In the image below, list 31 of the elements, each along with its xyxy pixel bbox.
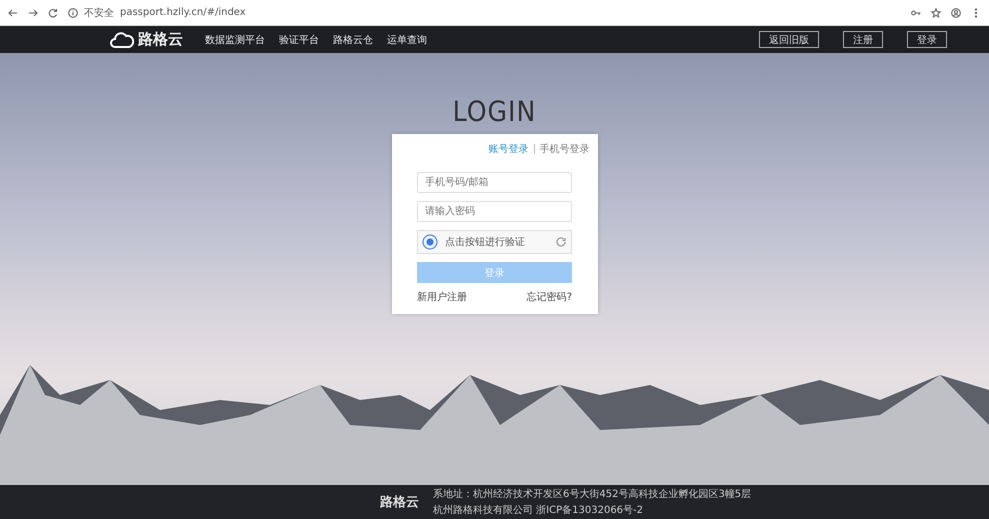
key-icon[interactable] [911, 8, 921, 18]
login-tab[interactable]: 手机号登录 [540, 142, 590, 156]
footer-text: 杭州路格科技有限公司 浙ICP备13032066号-2 [433, 504, 644, 517]
nav-link[interactable]: 验证平台 [279, 32, 319, 46]
cloud-logo-icon [110, 30, 134, 48]
nav-link[interactable]: 路格云仓 [333, 32, 373, 46]
input-field[interactable]: 手机号码/邮箱 [417, 172, 572, 193]
forgot-password-link[interactable]: 忘记密码? [526, 290, 572, 304]
login-title: LOGIN [452, 95, 536, 128]
info-icon [68, 8, 78, 18]
forward-icon[interactable] [28, 8, 38, 18]
footer-logo: 路格云 [380, 494, 419, 511]
register-link[interactable]: 新用户注册 [417, 290, 467, 304]
nav-button[interactable]: 注册 [843, 31, 883, 48]
profile-icon[interactable] [951, 8, 961, 18]
address-bar[interactable]: passport.hzlly.cn/#/index [120, 7, 246, 18]
login-tab[interactable]: 账号登录 [488, 142, 528, 156]
logo-text[interactable]: 路格云 [138, 30, 183, 49]
nav-button[interactable]: 返回旧版 [759, 31, 819, 48]
refresh-icon[interactable] [555, 236, 567, 248]
captcha-button[interactable]: 点击按钮进行验证 [417, 230, 572, 254]
back-icon[interactable] [8, 8, 18, 18]
nav-button[interactable]: 登录 [907, 31, 947, 48]
nav-link[interactable]: 数据监测平台 [205, 32, 265, 46]
reload-icon[interactable] [48, 8, 58, 18]
captcha-dot-icon [422, 234, 438, 250]
input-field[interactable]: 请输入密码 [417, 201, 572, 222]
nav-link[interactable]: 运单查询 [387, 32, 427, 46]
security-label: 不安全 [84, 6, 114, 20]
footer-text: 系地址：杭州经济技术开发区6号大街452号高科技企业孵化园区3幢5层 [433, 488, 752, 501]
star-icon[interactable] [931, 8, 941, 18]
